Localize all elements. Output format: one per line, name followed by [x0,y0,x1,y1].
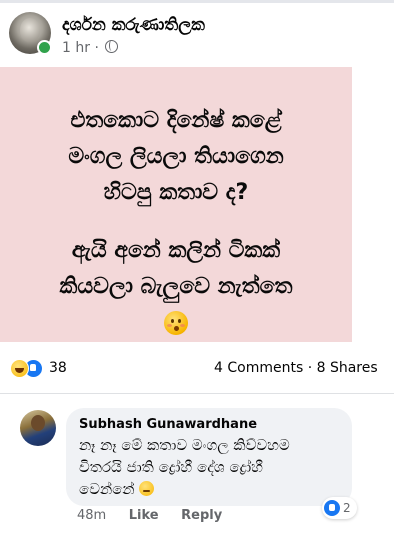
comment-text-line: වෙන්නේ [79,480,154,498]
post-text-line: එතකොට දිනේෂ් කළේ [70,108,282,133]
comment-text-line: නෑ නෑ මේ කතාව මංගල කිව්වහම [79,436,290,454]
reactions-summary[interactable]: 38 [10,358,67,378]
author-avatar[interactable] [9,12,52,55]
post-text-line: ඇයි අනේ කලින් ටිකක් [71,238,281,263]
expressionless-emoji-icon [138,481,154,496]
post-meta: 1 hr · [62,40,119,56]
like-icon [324,500,340,516]
flushed-emoji-icon [164,311,188,335]
comment-time[interactable]: 48m [77,508,106,523]
globe-icon [105,40,119,53]
comments-link[interactable]: 4 Comments [214,360,303,376]
shares-link[interactable]: 8 Shares [317,360,378,376]
avatar-statue-head [20,18,40,42]
top-divider [0,0,394,3]
avatar-face [31,415,45,431]
commenter-avatar[interactable] [20,410,56,446]
post-text-line: මංගල ලියලා තියාගෙන [68,144,284,169]
comment-bubble[interactable]: Subhash Gunawardhane නෑ නෑ මේ කතාව මංගල … [66,408,352,506]
post-image[interactable]: එතකොට දිනේෂ් කළේ මංගල ලියලා තියාගෙන හිටප… [0,67,352,342]
post-text-line: හිටපු කතාව ද? [103,180,249,205]
post-author-name[interactable]: දර්ශන කරුණාතිලක [62,15,205,35]
meta-separator: · [94,40,99,56]
comment-author-name[interactable]: Subhash Gunawardhane [79,417,257,432]
post-text-line: කියවලා බැලුවෙ නැත්තෙ [59,274,293,299]
comment-text-last: වෙන්නේ [79,480,135,498]
comment-reply-button[interactable]: Reply [181,508,222,523]
online-status-icon [37,40,52,55]
haha-icon [10,358,29,378]
comment-actions: 48m Like Reply [77,508,240,523]
comment-text-line: විතරයි ජාති ද්‍රෝහී දේශ ද්‍රෝහී [79,458,263,476]
post-time[interactable]: 1 hr [62,40,90,56]
section-divider [0,393,394,394]
post-stats: 4 Comments · 8 Shares [214,360,378,376]
comment-like-button[interactable]: Like [129,508,159,523]
comment-reaction-count: 2 [343,501,351,515]
comment-reaction-badge[interactable]: 2 [322,497,357,519]
reaction-count: 38 [49,360,67,376]
stats-separator: · [307,360,313,376]
